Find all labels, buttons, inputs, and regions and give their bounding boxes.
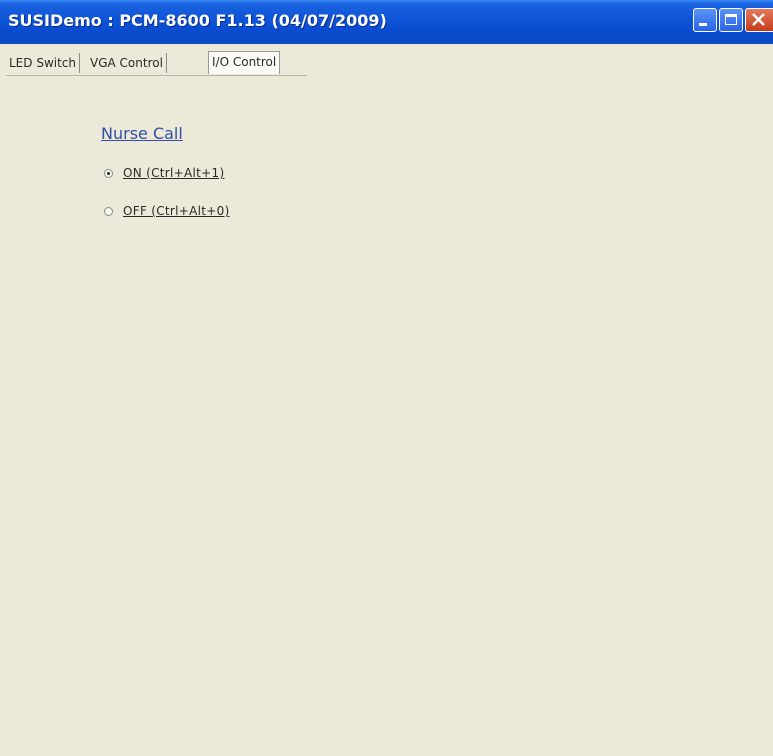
- tab-io-control[interactable]: I/O Control: [208, 51, 281, 74]
- title-bar[interactable]: SUSIDemo : PCM-8600 F1.13 (04/07/2009): [0, 0, 773, 44]
- radio-on-button[interactable]: [104, 168, 113, 178]
- tab-vga-control[interactable]: VGA Control: [87, 53, 167, 73]
- close-button[interactable]: [745, 8, 773, 32]
- tab-led-switch[interactable]: LED Switch: [6, 53, 80, 73]
- radio-off-label[interactable]: OFF (Ctrl+Alt+0): [123, 204, 230, 218]
- tab-divider: [6, 75, 307, 76]
- window-title: SUSIDemo : PCM-8600 F1.13 (04/07/2009): [8, 11, 387, 30]
- minimize-icon: [694, 9, 716, 31]
- radio-option-on[interactable]: ON (Ctrl+Alt+1): [104, 164, 224, 182]
- radio-off-button[interactable]: [104, 206, 113, 216]
- maximize-icon: [720, 9, 742, 31]
- radio-option-off[interactable]: OFF (Ctrl+Alt+0): [104, 202, 230, 220]
- minimize-button[interactable]: [693, 8, 717, 32]
- nurse-call-label: Nurse Call: [101, 124, 183, 143]
- app-window: SUSIDemo : PCM-8600 F1.13 (04/07/2009) L…: [0, 0, 773, 756]
- close-icon: [746, 9, 773, 31]
- radio-on-label[interactable]: ON (Ctrl+Alt+1): [123, 166, 224, 180]
- maximize-button[interactable]: [719, 8, 743, 32]
